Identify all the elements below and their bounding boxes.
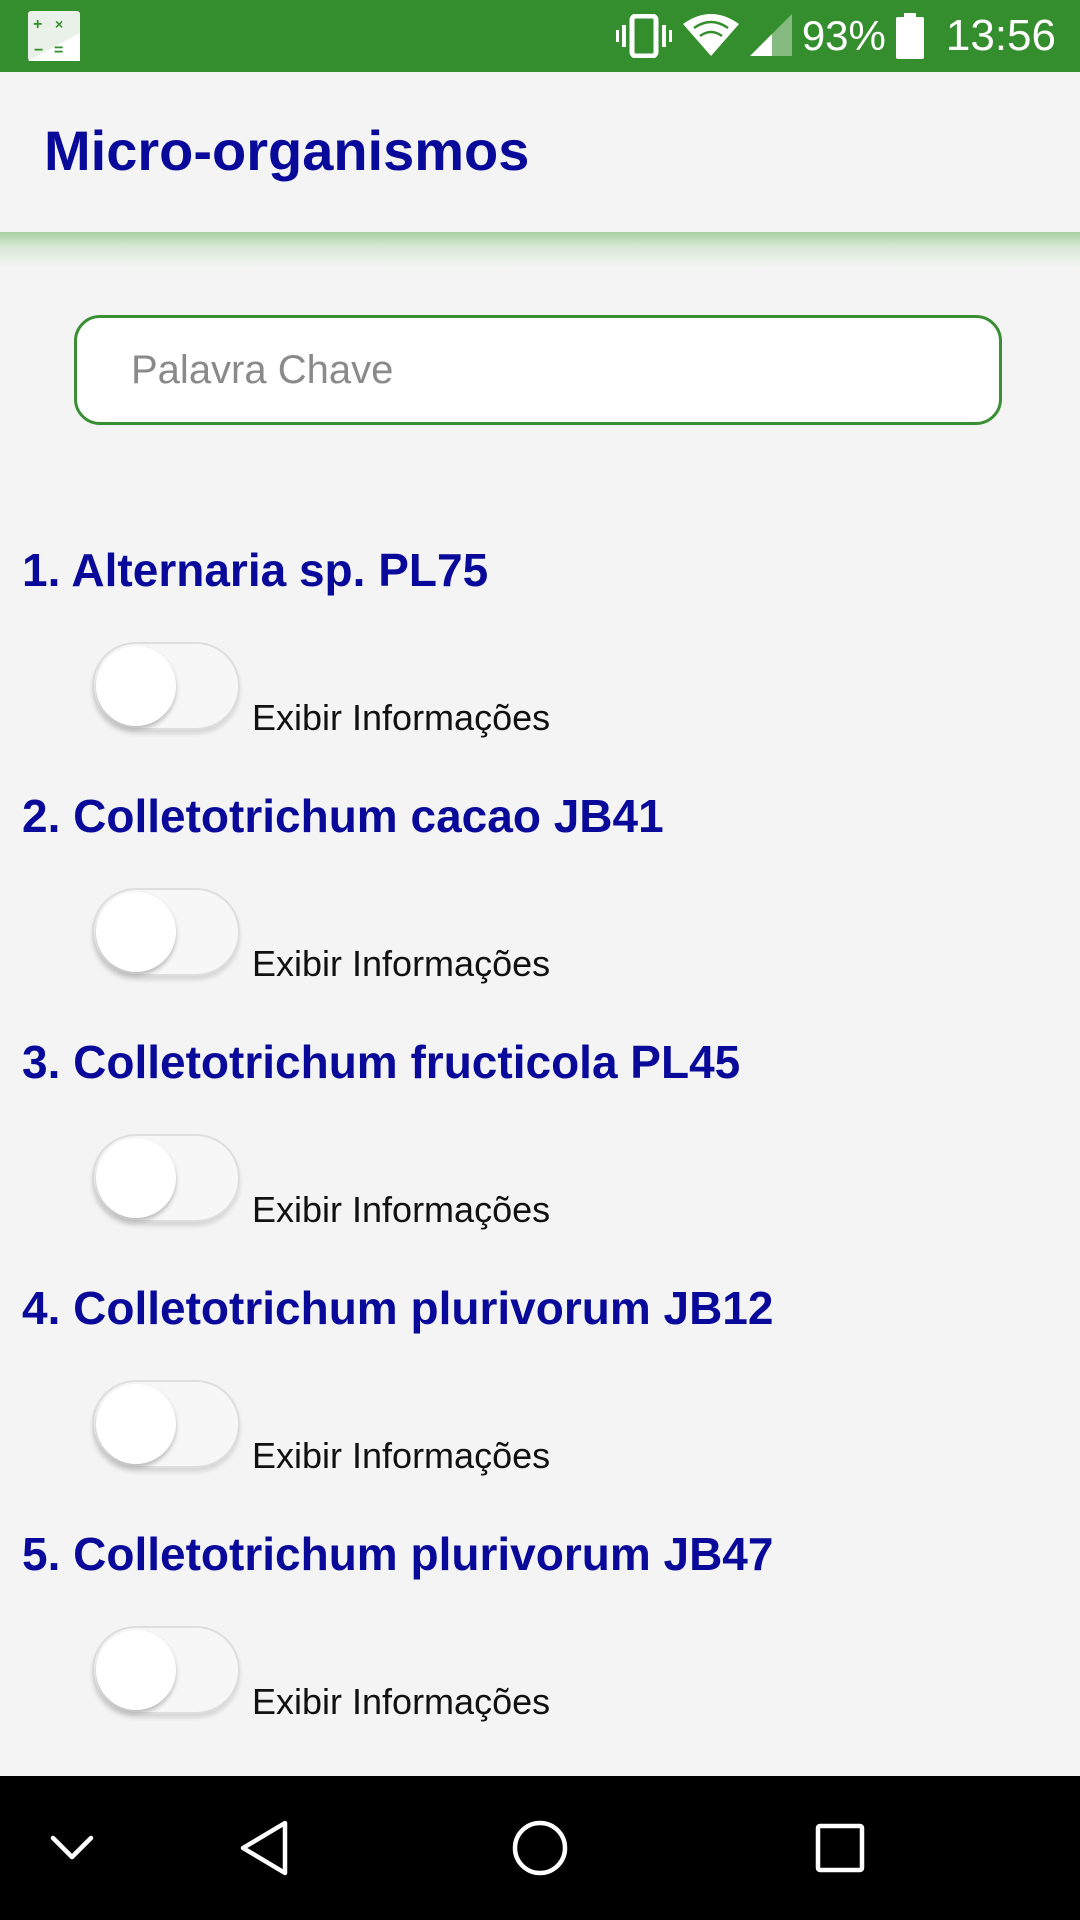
- toggle-knob: [96, 646, 176, 726]
- info-toggle[interactable]: [92, 1134, 240, 1222]
- navigation-bar: [0, 1776, 1080, 1920]
- status-bar: + × − = 93% 13:56: [0, 0, 1080, 72]
- item-title: 4. Colletotrichum plurivorum JB12: [22, 1282, 774, 1334]
- battery-percent: 93%: [801, 12, 886, 59]
- chevron-down-icon: [50, 1835, 94, 1860]
- info-toggle[interactable]: [92, 642, 240, 730]
- hide-keyboard-button[interactable]: [32, 1776, 112, 1920]
- svg-text:−: −: [34, 42, 43, 59]
- toggle-knob: [96, 1384, 176, 1464]
- item-title: 5. Colletotrichum plurivorum JB47: [22, 1528, 774, 1580]
- item-title: 2. Colletotrichum cacao JB41: [22, 790, 664, 842]
- page-title: Micro-organismos: [44, 119, 530, 182]
- app-bar: Micro-organismos: [0, 72, 1080, 232]
- svg-text:×: ×: [55, 16, 63, 32]
- recents-button[interactable]: [800, 1776, 880, 1920]
- toggle-knob: [96, 1630, 176, 1710]
- clock: 13:56: [945, 11, 1056, 60]
- home-button[interactable]: [500, 1776, 580, 1920]
- svg-text:=: =: [54, 42, 63, 59]
- toggle-label: Exibir Informações: [252, 697, 551, 738]
- item-title: 1. Alternaria sp. PL75: [22, 544, 489, 596]
- recents-icon: [815, 1823, 865, 1873]
- item-title: 3. Colletotrichum fructicola PL45: [22, 1036, 741, 1088]
- vibrate-icon: [615, 14, 672, 58]
- toggle-label: Exibir Informações: [252, 1681, 551, 1722]
- toggle-knob: [96, 892, 176, 972]
- svg-text:+: +: [33, 16, 42, 33]
- toggle-label: Exibir Informações: [252, 943, 551, 984]
- toggle-label: Exibir Informações: [252, 1189, 551, 1230]
- info-toggle[interactable]: [92, 1380, 240, 1468]
- back-button[interactable]: [224, 1776, 304, 1920]
- battery-icon: [895, 13, 924, 59]
- search-input[interactable]: [131, 318, 971, 422]
- info-toggle[interactable]: [92, 888, 240, 976]
- info-toggle[interactable]: [92, 1626, 240, 1714]
- app-bar-shadow: [0, 232, 1080, 268]
- search-box: [74, 315, 1002, 425]
- toggle-knob: [96, 1138, 176, 1218]
- signal-icon: [749, 14, 792, 56]
- screen: + × − = 93% 13:56 Micro-organismos Palav…: [0, 0, 1080, 1920]
- status-indicators: 93% 13:56: [615, 0, 1056, 72]
- home-icon: [512, 1820, 568, 1876]
- toggle-label: Exibir Informações: [252, 1435, 551, 1476]
- wifi-icon: [682, 14, 739, 56]
- calculator-app-icon: + × − =: [28, 11, 80, 61]
- back-icon: [240, 1820, 288, 1876]
